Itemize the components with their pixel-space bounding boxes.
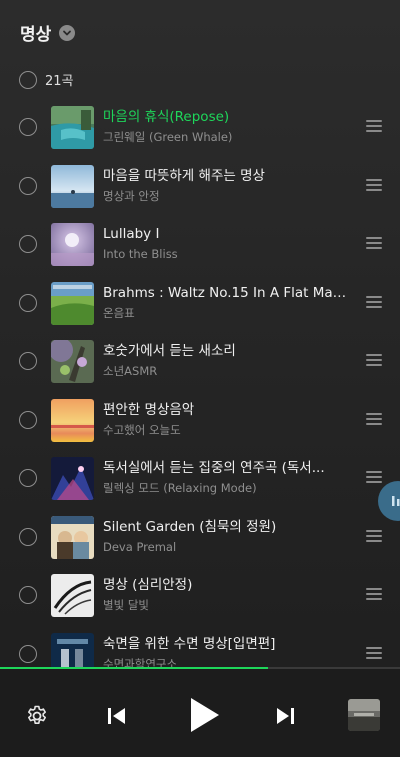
equalizer-icon xyxy=(392,496,400,506)
song-row[interactable]: 마음의 휴식(Repose) 그린웨일 (Green Whale) xyxy=(0,98,400,157)
song-artist: 명상과 안정 xyxy=(103,188,160,203)
album-thumbnail xyxy=(51,574,94,617)
song-row[interactable]: Lullaby I Into the Bliss xyxy=(0,215,400,274)
song-row[interactable]: 편안한 명상음악 수고했어 오늘도 xyxy=(0,391,400,450)
drag-handle-icon[interactable] xyxy=(366,646,382,659)
progress-bar[interactable] xyxy=(0,667,400,669)
song-checkbox[interactable] xyxy=(19,527,37,546)
chevron-down-icon[interactable] xyxy=(59,24,76,41)
song-title: Brahms : Waltz No.15 In A Flat Majo... xyxy=(103,284,348,301)
album-thumbnail xyxy=(51,515,94,559)
gear-icon[interactable] xyxy=(24,703,50,729)
song-checkbox[interactable] xyxy=(19,644,37,663)
song-checkbox[interactable] xyxy=(19,410,37,429)
song-artist: Deva Premal xyxy=(103,539,177,554)
drag-handle-icon[interactable] xyxy=(366,354,382,366)
song-checkbox[interactable] xyxy=(19,118,37,136)
song-count: 21곡 xyxy=(45,74,74,89)
song-checkbox[interactable] xyxy=(19,176,37,195)
song-artist: 별빛 달빛 xyxy=(103,598,149,612)
song-row[interactable]: 마음을 따뜻하게 해주는 명상 명상과 안정 xyxy=(0,157,400,216)
drag-handle-icon[interactable] xyxy=(366,120,382,132)
playlist-title[interactable]: 명상 xyxy=(20,20,51,45)
album-thumbnail xyxy=(51,281,94,325)
select-all-row[interactable]: 21곡 xyxy=(19,70,74,89)
song-artist: 소년ASMR xyxy=(103,364,158,378)
album-thumbnail xyxy=(51,223,94,266)
album-thumbnail xyxy=(51,340,94,383)
song-title: Silent Garden (침묵의 정원) xyxy=(103,518,277,535)
song-artist: 온음표 xyxy=(103,305,135,320)
song-title: 숙면을 위한 수면 명상[입면편] xyxy=(103,635,276,652)
drag-handle-icon[interactable] xyxy=(366,588,382,600)
song-title: 마음의 휴식(Repose) xyxy=(103,109,230,125)
song-row[interactable]: Brahms : Waltz No.15 In A Flat Majo... 온… xyxy=(0,274,400,333)
progress-fill xyxy=(0,667,268,669)
album-thumbnail xyxy=(51,457,94,500)
drag-handle-icon[interactable] xyxy=(366,471,382,483)
song-row[interactable]: 호숫가에서 듣는 새소리 소년ASMR xyxy=(0,332,400,391)
song-artist: 릴렉싱 모드 (Relaxing Mode) xyxy=(103,481,257,495)
song-row[interactable]: Silent Garden (침묵의 정원) Deva Premal xyxy=(0,508,400,567)
drag-handle-icon[interactable] xyxy=(366,412,382,425)
song-title: 독서실에서 듣는 집중의 연주곡 (독서... xyxy=(103,460,325,476)
drag-handle-icon[interactable] xyxy=(366,295,382,308)
album-thumbnail xyxy=(51,398,94,442)
song-title: 호숫가에서 듣는 새소리 xyxy=(103,343,236,359)
current-album-art[interactable] xyxy=(348,699,380,731)
drag-handle-icon[interactable] xyxy=(366,178,382,191)
song-title: Lullaby I xyxy=(103,226,160,242)
song-artist: Into the Bliss xyxy=(103,247,178,261)
song-title: 명상 (심리안정) xyxy=(103,577,193,593)
song-checkbox[interactable] xyxy=(19,352,37,370)
previous-icon[interactable] xyxy=(102,702,130,730)
song-checkbox[interactable] xyxy=(19,586,37,604)
mini-player xyxy=(0,667,400,757)
drag-handle-icon[interactable] xyxy=(366,237,382,249)
song-title: 편안한 명상음악 xyxy=(103,401,195,418)
album-thumbnail xyxy=(51,106,94,149)
play-icon[interactable] xyxy=(184,695,224,735)
song-row[interactable]: 명상 (심리안정) 별빛 달빛 xyxy=(0,566,400,625)
song-list: 마음의 휴식(Repose) 그린웨일 (Green Whale) 마음을 따뜻… xyxy=(0,98,400,683)
next-icon[interactable] xyxy=(272,702,300,730)
song-title: 마음을 따뜻하게 해주는 명상 xyxy=(103,167,265,184)
song-row[interactable]: 독서실에서 듣는 집중의 연주곡 (독서... 릴렉싱 모드 (Relaxing… xyxy=(0,449,400,508)
song-artist: 수고했어 오늘도 xyxy=(103,422,181,437)
header: 명상 xyxy=(20,20,76,45)
song-checkbox[interactable] xyxy=(19,235,37,253)
song-checkbox[interactable] xyxy=(19,469,37,487)
song-checkbox[interactable] xyxy=(19,293,37,312)
album-thumbnail xyxy=(51,164,94,208)
drag-handle-icon[interactable] xyxy=(366,529,382,542)
select-all-checkbox[interactable] xyxy=(19,70,37,89)
song-artist: 그린웨일 (Green Whale) xyxy=(103,130,233,144)
